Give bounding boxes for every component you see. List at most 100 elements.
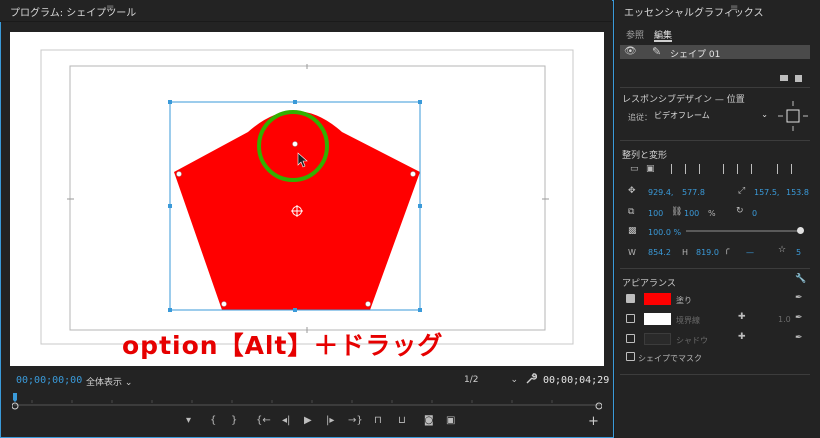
scale-width-value[interactable]: 100 — [648, 209, 663, 218]
add-marker-icon[interactable]: ▾ — [186, 415, 191, 426]
handle-mr[interactable] — [418, 204, 422, 208]
vertex-bottom-left[interactable] — [221, 301, 227, 307]
sides-value[interactable]: 5 — [796, 248, 801, 257]
align-center-h-icon[interactable] — [685, 164, 694, 174]
overlay-caption: option【Alt】＋ドラッグ — [122, 331, 444, 360]
add-stroke-icon[interactable]: ✚ — [738, 312, 746, 322]
width-value[interactable]: 854.2 — [648, 248, 671, 257]
align-center-v-icon[interactable] — [737, 164, 746, 174]
mini-timeline[interactable] — [11, 393, 603, 411]
video-frame[interactable] — [10, 32, 604, 366]
eyedropper-icon[interactable]: ✒ — [795, 313, 803, 323]
align-bottom-icon[interactable] — [751, 164, 760, 174]
add-shadow-icon[interactable]: ✚ — [738, 332, 746, 342]
handle-tc[interactable] — [293, 100, 297, 104]
opacity-slider-knob[interactable] — [797, 227, 804, 234]
program-panel-title[interactable]: プログラム: シェイプツール — [10, 4, 136, 19]
fill-label: 塗り — [676, 296, 692, 305]
handle-ml[interactable] — [168, 204, 172, 208]
panel-menu-icon[interactable]: ≡ — [106, 3, 114, 14]
eyedropper-icon[interactable]: ✒ — [795, 333, 803, 343]
handle-br[interactable] — [418, 308, 422, 312]
handle-bc[interactable] — [293, 308, 297, 312]
position-y-value[interactable]: 577.8 — [682, 188, 705, 197]
align-left-icon[interactable] — [671, 164, 680, 174]
opacity-value[interactable]: 100.0 % — [648, 228, 681, 237]
mark-in-icon[interactable]: { — [210, 415, 216, 426]
stroke-label: 境界線 — [676, 316, 700, 325]
extract-icon[interactable]: ⊔ — [398, 415, 406, 426]
align-right-icon[interactable] — [699, 164, 708, 174]
duration-timecode: 00;00;04;29 — [543, 375, 610, 386]
stroke-width-value[interactable]: 1.0 — [778, 315, 791, 324]
mark-out-icon[interactable]: } — [231, 415, 237, 426]
handle-bl[interactable] — [168, 308, 172, 312]
wrench-icon[interactable] — [526, 373, 538, 387]
chevron-down-icon: ⌄ — [124, 378, 133, 388]
scale-unit: % — [708, 209, 716, 218]
tab-browse[interactable]: 参照 — [626, 28, 644, 41]
pin-edges-widget[interactable] — [778, 100, 808, 132]
rotation-value[interactable]: 0 — [752, 209, 757, 218]
height-value[interactable]: 819.0 — [696, 248, 719, 257]
zoom-fit-select[interactable]: 全体表示 ⌄ — [86, 375, 132, 388]
constrain-proportions-icon[interactable]: ⛓ — [671, 207, 682, 217]
resolution-value: 1/2 — [464, 375, 479, 385]
anchor-x-value[interactable]: 157.5, — [754, 188, 779, 197]
step-forward-icon[interactable]: |▸ — [326, 415, 334, 426]
playhead-timecode[interactable]: 00;00;00;00 — [16, 375, 82, 386]
playhead-marker[interactable] — [13, 393, 17, 402]
pen-tool-icon: ✎ — [652, 45, 662, 58]
divider — [620, 140, 810, 141]
align-to-selection-icon[interactable]: ▣ — [646, 164, 655, 174]
eg-panel-title[interactable]: エッセンシャルグラフィックス — [624, 4, 764, 19]
fill-color-swatch[interactable] — [644, 293, 671, 305]
chevron-down-icon: ⌄ — [761, 110, 768, 119]
opacity-slider-track[interactable] — [686, 230, 798, 232]
stroke-color-swatch[interactable] — [644, 313, 671, 325]
handle-tr[interactable] — [418, 100, 422, 104]
shadow-color-swatch[interactable] — [644, 333, 671, 345]
eye-icon[interactable]: 👁 — [624, 46, 637, 57]
mask-with-shape-checkbox[interactable] — [626, 352, 635, 361]
vertex-top[interactable] — [292, 141, 298, 147]
button-editor-plus[interactable]: + — [588, 414, 599, 429]
fill-checkbox[interactable] — [626, 294, 635, 303]
distribute-h-icon[interactable] — [777, 164, 786, 174]
go-to-in-icon[interactable]: {← — [256, 415, 271, 426]
distribute-v-icon[interactable] — [791, 164, 800, 174]
comparison-view-icon[interactable]: ▣ — [446, 415, 455, 426]
handle-tl[interactable] — [168, 100, 172, 104]
go-to-out-icon[interactable]: →} — [348, 415, 363, 426]
eyedropper-icon[interactable]: ✒ — [795, 293, 803, 303]
align-to-video-frame-icon[interactable]: ▭ — [630, 164, 639, 174]
export-frame-icon[interactable]: ◙ — [424, 415, 434, 426]
in-point-handle[interactable] — [11, 402, 19, 410]
layer-name[interactable]: シェイプ 01 — [670, 47, 720, 60]
align-top-icon[interactable] — [723, 164, 732, 174]
pin-to-select[interactable]: ビデオフレーム ⌄ — [654, 110, 768, 123]
out-point-handle[interactable] — [595, 402, 603, 410]
shadow-checkbox[interactable] — [626, 334, 635, 343]
folder-icon[interactable] — [780, 75, 788, 81]
vertex-right[interactable] — [410, 171, 416, 177]
active-tab-indicator — [654, 40, 672, 42]
panel-menu-icon[interactable]: ≡ — [730, 3, 738, 14]
play-icon[interactable]: ▶ — [304, 415, 312, 426]
corner-radius-value[interactable]: — — [746, 248, 754, 257]
pin-to-value: ビデオフレーム — [654, 111, 710, 120]
vertex-bottom-right[interactable] — [365, 301, 371, 307]
wrench-icon[interactable]: 🔧 — [795, 274, 806, 284]
position-x-value[interactable]: 929.4, — [648, 188, 673, 197]
scale-icon: ⧉ — [628, 207, 635, 217]
position-icon: ✥ — [628, 186, 636, 196]
stroke-checkbox[interactable] — [626, 314, 635, 323]
new-layer-icon[interactable] — [795, 75, 802, 82]
step-back-icon[interactable]: ◂| — [282, 415, 290, 426]
chevron-down-icon: ⌄ — [510, 375, 518, 385]
playback-resolution-select[interactable]: 1/2 ⌄ — [464, 375, 518, 385]
vertex-left[interactable] — [176, 171, 182, 177]
lift-icon[interactable]: ⊓ — [374, 415, 382, 426]
scale-height-value[interactable]: 100 — [684, 209, 699, 218]
anchor-y-value[interactable]: 153.8 — [786, 188, 809, 197]
